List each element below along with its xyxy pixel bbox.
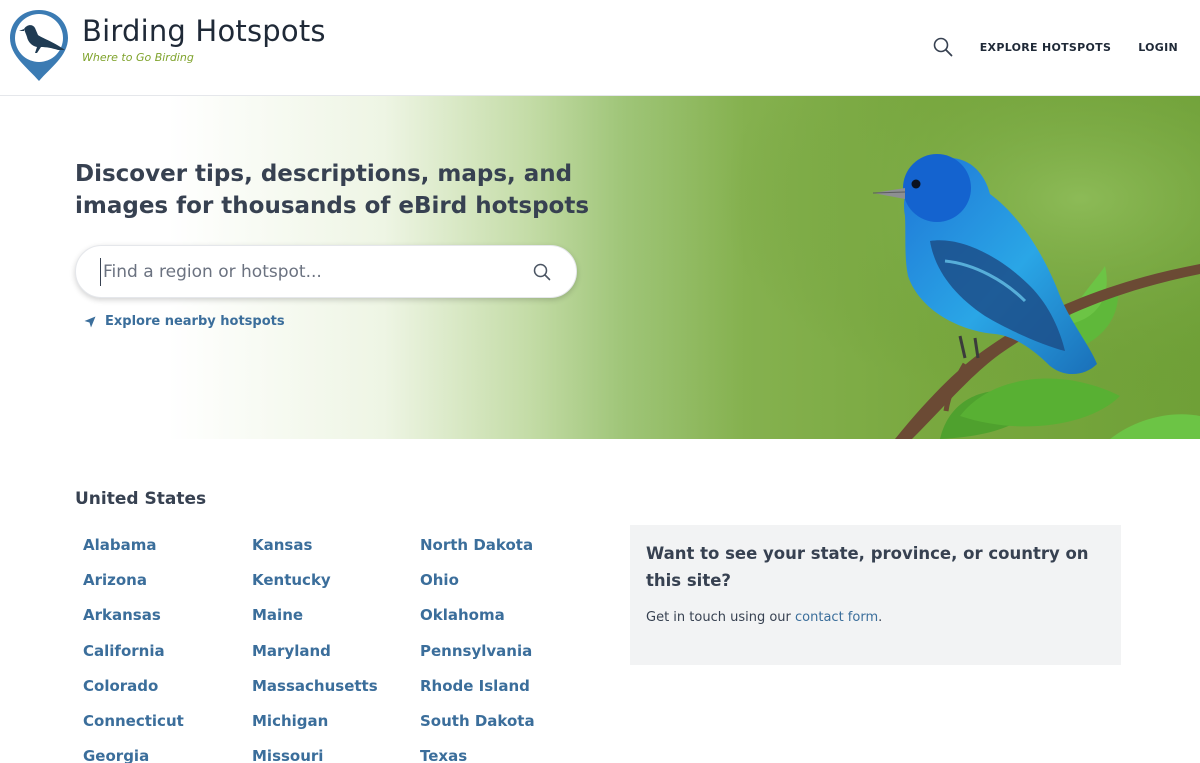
- region-link[interactable]: Michigan: [252, 710, 378, 745]
- request-region-prefix: Get in touch using our: [646, 610, 796, 625]
- region-link[interactable]: Pennsylvania: [420, 640, 535, 675]
- region-link[interactable]: Maine: [252, 604, 378, 639]
- request-region-box: Want to see your state, province, or cou…: [630, 525, 1121, 665]
- request-region-title: Want to see your state, province, or cou…: [646, 544, 1089, 590]
- region-link[interactable]: California: [83, 640, 184, 675]
- site-logo-link[interactable]: [8, 8, 70, 82]
- bird-pin-logo-icon: [10, 10, 68, 81]
- location-arrow-icon: [84, 316, 96, 327]
- region-link[interactable]: Massachusetts: [252, 675, 378, 710]
- region-link[interactable]: Arkansas: [83, 604, 184, 639]
- hotspot-search-input[interactable]: [100, 258, 520, 286]
- region-link[interactable]: Kentucky: [252, 569, 378, 604]
- region-link[interactable]: Rhode Island: [420, 675, 535, 710]
- site-tagline: Where to Go Birding: [82, 51, 194, 64]
- explore-nearby-label: Explore nearby hotspots: [105, 314, 285, 329]
- region-link[interactable]: Ohio: [420, 569, 535, 604]
- contact-form-link[interactable]: contact form: [795, 610, 878, 625]
- region-link[interactable]: Georgia: [83, 745, 184, 763]
- region-link[interactable]: Colorado: [83, 675, 184, 710]
- hero-heading: Discover tips, descriptions, maps, and i…: [75, 161, 590, 219]
- hero-banner: Discover tips, descriptions, maps, and i…: [0, 96, 1200, 439]
- search-submit-icon[interactable]: [532, 262, 552, 282]
- nav-explore-hotspots[interactable]: EXPLORE HOTSPOTS: [980, 41, 1111, 54]
- main-nav: EXPLORE HOTSPOTS LOGIN: [932, 36, 1178, 58]
- region-link[interactable]: Arizona: [83, 569, 184, 604]
- explore-nearby-link[interactable]: Explore nearby hotspots: [84, 314, 285, 329]
- region-link[interactable]: North Dakota: [420, 534, 535, 569]
- region-link[interactable]: Alabama: [83, 534, 184, 569]
- request-region-suffix: .: [878, 610, 883, 625]
- region-link[interactable]: South Dakota: [420, 710, 535, 745]
- region-link[interactable]: Maryland: [252, 640, 378, 675]
- region-link[interactable]: Missouri: [252, 745, 378, 763]
- request-region-text: Get in touch using our contact form.: [646, 610, 1105, 625]
- search-icon[interactable]: [932, 36, 954, 58]
- brand: Birding Hotspots Where to Go Birding: [82, 14, 326, 64]
- site-title[interactable]: Birding Hotspots: [82, 14, 326, 48]
- region-column-2: Kansas Kentucky Maine Maryland Massachus…: [252, 534, 378, 763]
- region-link[interactable]: Oklahoma: [420, 604, 535, 639]
- region-link[interactable]: Texas: [420, 745, 535, 763]
- region-link[interactable]: Kansas: [252, 534, 378, 569]
- section-title-united-states: United States: [75, 489, 207, 509]
- hotspot-search-box: [75, 245, 577, 298]
- region-link[interactable]: Connecticut: [83, 710, 184, 745]
- site-header: Birding Hotspots Where to Go Birding EXP…: [0, 0, 1200, 96]
- region-column-3: North Dakota Ohio Oklahoma Pennsylvania …: [420, 534, 535, 763]
- region-column-1: Alabama Arizona Arkansas California Colo…: [83, 534, 184, 763]
- nav-login[interactable]: LOGIN: [1138, 41, 1178, 54]
